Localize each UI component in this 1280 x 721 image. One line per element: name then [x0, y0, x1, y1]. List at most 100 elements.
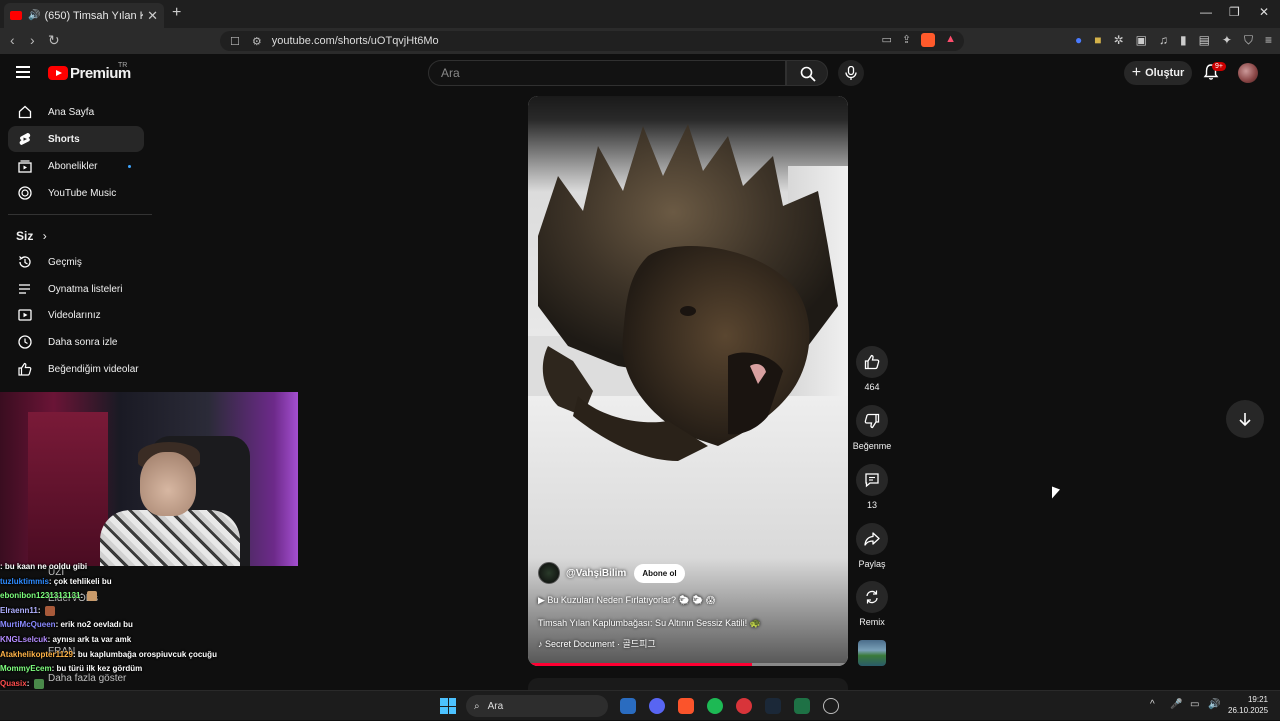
sidebar-item-subscriptions[interactable]: Abonelikler	[8, 153, 144, 179]
sidebar-item-history[interactable]: Geçmiş	[8, 249, 144, 275]
vpn-icon[interactable]: ⛉	[1244, 33, 1253, 48]
share-page-icon[interactable]: ⇪	[902, 33, 911, 47]
channel-avatar[interactable]	[538, 562, 560, 584]
close-tab-icon[interactable]: ✕	[147, 8, 158, 24]
media-icon[interactable]: ♫	[1159, 33, 1168, 48]
obs-icon[interactable]	[823, 698, 839, 714]
channel-row: @VahşiBilim Abone ol	[538, 562, 685, 584]
volume-icon[interactable]: 🔊	[1208, 699, 1220, 710]
minimize-button[interactable]: —	[1200, 5, 1212, 19]
discord-icon[interactable]	[649, 698, 665, 714]
chat-text: : çok tehlikeli bu	[48, 576, 112, 586]
shorts-video-player[interactable]: @VahşiBilim Abone ol ▶ Bu Kuzuları Neden…	[528, 96, 848, 666]
taskbar-search-placeholder: Ara	[487, 700, 504, 712]
sidebar-item-your-videos[interactable]: Videolarınız	[8, 302, 144, 328]
search-button[interactable]	[786, 60, 828, 86]
microphone-tray-icon[interactable]: 🎤	[1170, 699, 1182, 710]
xbox-icon[interactable]	[794, 698, 810, 714]
dislike-label: Beğenme	[852, 441, 892, 451]
rewards-icon[interactable]: ▲	[945, 33, 956, 47]
you-section-header[interactable]: Siz ›	[16, 229, 47, 243]
new-tab-button[interactable]: +	[172, 4, 181, 22]
search-icon	[800, 66, 816, 82]
chat-message: MurtiMcQueen: erik no2 oevladı bu	[0, 618, 300, 633]
sidebar-item-home[interactable]: Ana Sayfa	[8, 99, 144, 125]
screenshot-icon[interactable]: ▣	[1136, 33, 1147, 48]
reload-icon[interactable]: ↻	[48, 32, 60, 49]
mouse-cursor	[1052, 486, 1060, 502]
close-window-button[interactable]: ✕	[1259, 5, 1269, 19]
extension-folder-icon[interactable]: ■	[1094, 33, 1101, 48]
sidebar-item-shorts[interactable]: Shorts	[8, 126, 144, 152]
cast-icon[interactable]: ▭	[881, 33, 891, 47]
menu-icon[interactable]: ≡	[1265, 33, 1272, 48]
search-input[interactable]: Ara	[428, 60, 786, 86]
dislike-button[interactable]	[856, 405, 888, 437]
extensions-icon[interactable]: ✲	[1114, 33, 1124, 48]
sidebar-item-watch-later[interactable]: Daha sonra izle	[8, 329, 144, 355]
create-label: Oluştur	[1145, 67, 1185, 79]
spotify-icon[interactable]	[707, 698, 723, 714]
taskbar-search[interactable]: ⌕ Ara	[466, 695, 608, 717]
wallet-icon[interactable]: ▤	[1199, 33, 1210, 48]
sidebar-item-label: Daha sonra izle	[48, 336, 118, 348]
brave-browser-icon[interactable]	[678, 698, 694, 714]
url-text: youtube.com/shorts/uOTqvjHt6Mo	[271, 35, 439, 47]
sidebar-item-liked-videos[interactable]: Beğendiğim videolar	[8, 356, 144, 382]
chat-username: MurtiMcQueen	[0, 620, 56, 630]
voice-search-button[interactable]	[838, 60, 864, 86]
network-icon[interactable]: ▭	[1190, 699, 1199, 710]
sound-thumbnail[interactable]	[858, 640, 886, 666]
extensions-row: ● ■ ✲ ▣ ♫ ▮ ▤ ✦ ⛉ ≡	[1075, 33, 1272, 48]
subscribe-button[interactable]: Abone ol	[634, 563, 685, 583]
bookmark-icon[interactable]: ☐	[230, 35, 240, 48]
site-settings-icon[interactable]: ⚙	[252, 35, 262, 48]
hamburger-menu-icon[interactable]	[16, 66, 30, 78]
chat-emote-icon	[33, 678, 44, 689]
account-avatar[interactable]	[1238, 63, 1258, 83]
chat-emote-icon	[44, 605, 55, 616]
channel-name[interactable]: @VahşiBilim	[566, 568, 626, 579]
sidebar-item-youtube-music[interactable]: YouTube Music	[8, 180, 144, 206]
related-video-link[interactable]: ▶ Bu Kuzuları Neden Fırlatıyorlar? 🐑 🐑 😱	[538, 595, 715, 606]
chat-text: :	[26, 678, 32, 688]
sound-attribution[interactable]: ♪ Secret Document · 골드피그	[538, 637, 656, 650]
like-count: 464	[864, 382, 880, 392]
chevron-right-icon: ›	[42, 229, 47, 243]
sidebar-toggle-icon[interactable]: ▮	[1180, 33, 1187, 48]
sidebar-item-label: Beğendiğim videolar	[48, 363, 139, 375]
forward-icon[interactable]: ›	[30, 32, 35, 48]
chat-message: ebonibon1231313131:	[0, 589, 300, 604]
share-button[interactable]	[856, 523, 888, 555]
notification-count-badge: 9+	[1212, 62, 1226, 71]
remix-label: Remix	[859, 617, 885, 627]
leo-ai-icon[interactable]: ✦	[1222, 33, 1232, 48]
chat-username: Elraenn11	[0, 605, 38, 615]
remix-button[interactable]	[856, 581, 888, 613]
arrow-down-icon	[1239, 413, 1251, 427]
app-icon[interactable]	[736, 698, 752, 714]
playlists-icon	[19, 284, 30, 294]
system-clock[interactable]: 19:21 26.10.2025	[1228, 694, 1268, 716]
steam-icon[interactable]	[620, 698, 636, 714]
tray-overflow-icon[interactable]: ^	[1150, 699, 1155, 710]
address-bar[interactable]: ☐ ⚙ youtube.com/shorts/uOTqvjHt6Mo ▭ ⇪ ▲	[220, 31, 964, 51]
back-icon[interactable]: ‹	[10, 32, 15, 48]
brave-shield-icon[interactable]	[921, 33, 936, 47]
thumbs-up-icon	[864, 354, 880, 370]
windows-start-icon[interactable]	[440, 698, 456, 714]
like-button[interactable]	[856, 346, 888, 378]
comments-button[interactable]	[856, 464, 888, 496]
browser-tab[interactable]: 🔊 (650) Timsah Yılan Kaplumbağ ✕	[4, 3, 164, 28]
youtube-logo-icon[interactable]	[48, 66, 68, 80]
chat-text: : aynısı ark ta var amk	[47, 634, 132, 644]
sidebar-item-playlists[interactable]: Oynatma listeleri	[8, 276, 144, 302]
create-button[interactable]: + Oluştur	[1124, 61, 1192, 85]
audio-icon[interactable]: 🔊	[28, 10, 40, 21]
subscriptions-icon	[18, 160, 32, 173]
streamer-shirt	[100, 510, 240, 566]
next-short-button[interactable]	[1226, 400, 1264, 438]
restore-button[interactable]: ❐	[1229, 5, 1240, 19]
extension-blue-icon[interactable]: ●	[1075, 33, 1082, 48]
steam-app-icon[interactable]	[765, 698, 781, 714]
